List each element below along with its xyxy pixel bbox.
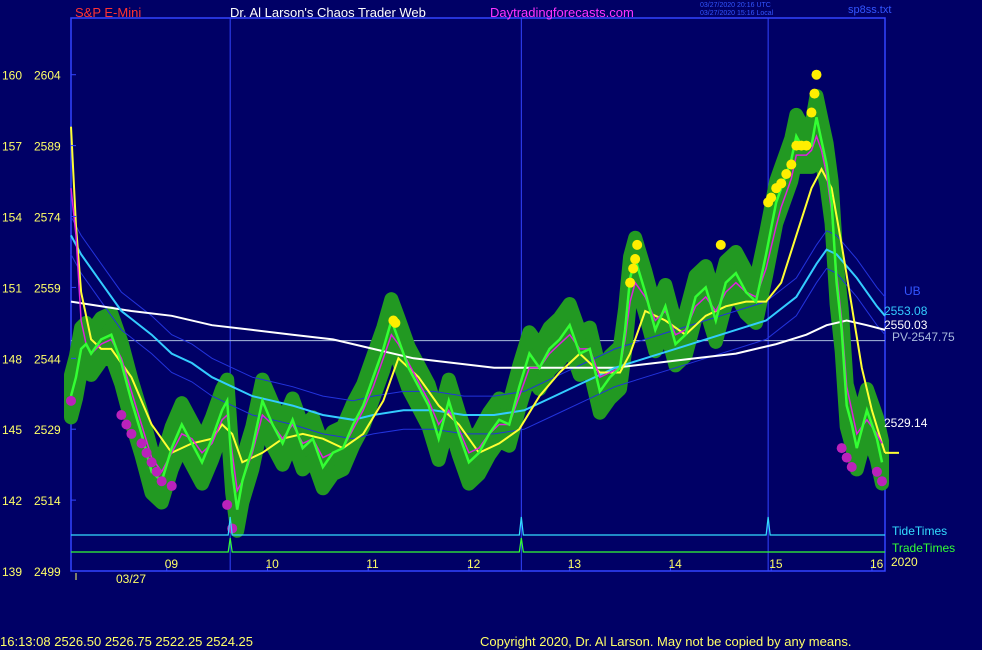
magenta-dot-4 xyxy=(136,438,147,449)
y-tick-label-right-0: 2499 xyxy=(34,565,61,579)
magenta-dot-12 xyxy=(836,443,847,454)
y-tick-label-left-4: 151 xyxy=(2,281,22,295)
magenta-dot-1 xyxy=(116,410,127,421)
time-utc: 03/27/2020 20:16 UTC xyxy=(700,2,771,9)
tide-times-label: TideTimes xyxy=(892,524,947,538)
y-tick-label-right-1: 2514 xyxy=(34,494,61,508)
y-tick-label-right-7: 2604 xyxy=(34,69,61,83)
y-tick-label-left-6: 157 xyxy=(2,140,22,154)
magenta-dot-0 xyxy=(66,395,76,406)
last-quote: 16:13:08 2526.50 2526.75 2522.25 2524.25 xyxy=(0,634,254,649)
time-local: 03/27/2020 15:16 Local xyxy=(700,10,774,17)
magenta-dot-3 xyxy=(126,428,137,439)
site-title: Dr. Al Larson's Chaos Trader Web xyxy=(230,5,426,20)
magenta-dot-13 xyxy=(841,452,852,463)
magenta-dot-10 xyxy=(222,499,233,510)
yellow-dot-5 xyxy=(632,239,643,250)
magenta-dot-16 xyxy=(876,476,887,487)
ub-label: UB xyxy=(904,284,921,298)
y-tick-label-right-5: 2574 xyxy=(34,211,61,225)
x-tick-label-7: 16 xyxy=(870,557,884,571)
yellow-dot-16 xyxy=(806,107,817,118)
x-tick-label-5: 14 xyxy=(668,557,682,571)
magenta-dot-6 xyxy=(146,457,157,468)
date-label: 03/27 xyxy=(116,572,146,586)
y-tick-label-left-1: 142 xyxy=(2,494,22,508)
trade-times-label: TradeTimes xyxy=(892,541,955,555)
y-tick-label-left-3: 148 xyxy=(2,352,22,366)
y-tick-label-left-7: 160 xyxy=(2,69,22,83)
copyright: Copyright 2020, Dr. Al Larson. May not b… xyxy=(480,634,852,649)
site-url[interactable]: Daytradingforecasts.com xyxy=(490,5,634,20)
magenta-dot-8 xyxy=(156,476,167,487)
yellow-dot-4 xyxy=(630,254,641,265)
pv-label: PV-2547.75 xyxy=(892,330,955,344)
x-tick-label-1: 10 xyxy=(265,557,279,571)
yellow-dot-12 xyxy=(786,159,797,170)
magenta-dot-5 xyxy=(141,447,152,458)
yellow-dot-1 xyxy=(390,317,401,328)
ema-mid-value-label: 2529.14 xyxy=(884,416,928,430)
x-tick-label-6: 15 xyxy=(769,557,783,571)
yellow-dot-8 xyxy=(766,192,777,203)
y-tick-label-right-3: 2544 xyxy=(34,352,61,366)
x-tick-label-4: 13 xyxy=(568,557,582,571)
yellow-dot-2 xyxy=(625,277,636,288)
year-label: 2020 xyxy=(891,555,918,569)
ema-slow-value-label: 2553.08 xyxy=(884,304,928,318)
yellow-dot-11 xyxy=(781,168,792,179)
chart: 139 2499 142 2514 145 2529 148 2544 151 2559 154 25… xyxy=(0,0,982,650)
yellow-dot-6 xyxy=(715,239,726,250)
yellow-dot-15 xyxy=(801,140,812,151)
yellow-dot-10 xyxy=(776,178,787,189)
data-file: sp8ss.txt xyxy=(848,4,892,16)
magenta-dot-9 xyxy=(166,480,177,491)
x-tick-label-0: 09 xyxy=(165,557,179,571)
y-tick-label-left-5: 154 xyxy=(2,211,22,225)
yellow-dot-17 xyxy=(809,88,820,99)
magenta-dot-7 xyxy=(151,466,162,477)
yellow-dot-3 xyxy=(628,263,639,274)
y-tick-label-left-0: 139 xyxy=(2,565,22,579)
y-tick-label-right-6: 2589 xyxy=(34,140,61,154)
yellow-dot-18 xyxy=(811,69,822,80)
x-tick-label-3: 12 xyxy=(467,557,481,571)
x-tick-label-2: 11 xyxy=(366,557,379,571)
symbol-title: S&P E-Mini xyxy=(75,5,142,20)
magenta-dot-15 xyxy=(871,466,882,477)
y-tick-label-left-2: 145 xyxy=(2,423,22,437)
magenta-dot-2 xyxy=(121,419,132,430)
y-tick-label-right-4: 2559 xyxy=(34,281,61,295)
y-tick-label-right-2: 2529 xyxy=(34,423,61,437)
magenta-dot-14 xyxy=(846,462,857,473)
